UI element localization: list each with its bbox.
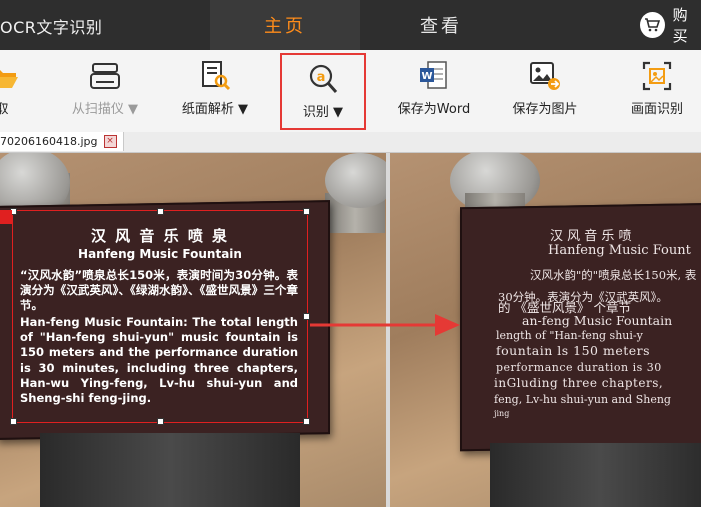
ocr-line-9: performance duration is 30 [496,361,662,374]
file-tab-strip: 70206160418.jpg × [0,132,701,153]
resize-handle-bottom[interactable] [157,418,164,425]
save-as-image-label: 保存为图片 [512,102,578,117]
page-analysis-button[interactable]: 纸面解析 ▼ [172,50,258,132]
close-icon[interactable]: × [103,135,117,148]
shopping-cart-icon [640,12,665,38]
svg-text:W: W [421,71,432,82]
resize-handle-bottom-right[interactable] [303,418,310,425]
resize-handle-bottom-left[interactable] [10,418,17,425]
ocr-line-10: inGluding three chapters, [494,376,664,390]
file-tab-name: 70206160418.jpg [0,135,98,148]
resize-handle-top-right[interactable] [303,208,310,215]
recognize-button[interactable]: a 识别 ▼ [280,53,366,130]
svg-text:a: a [317,70,326,85]
ocr-line-7: length of "Han-feng shui-y [496,329,643,342]
from-scanner-label: 从扫描仪 ▼ [71,102,139,117]
tab-home[interactable]: 主页 [210,0,360,50]
ocr-line-11: feng, Lv-hu shui-yun and Sheng [494,393,671,406]
open-file-button[interactable]: 取 [0,50,18,132]
page-analysis-label: 纸面解析 ▼ [181,102,249,117]
sign-pedestal [40,433,300,507]
save-as-word-label: 保存为Word [397,102,471,117]
tab-view-label: 查看 [420,16,462,37]
folder-open-icon [0,70,18,88]
region-marker-icon [0,210,12,224]
screen-recognize-button[interactable]: 画面识别 [622,50,692,132]
scanner-icon [90,63,120,89]
ocr-line-6: an-feng Music Fountain [522,313,673,328]
from-scanner-button[interactable]: 从扫描仪 ▼ [62,50,148,132]
ribbon-toolbar: 取 从扫描仪 ▼ 纸面解析 ▼ a 识别 ▼ W 保存为Word 保存为图片 画… [0,50,701,133]
resize-handle-top[interactable] [157,208,164,215]
word-document-icon: W [420,61,447,89]
ocr-line-3: 汉风水韵"的"喷泉总长150米, 表 [530,268,697,282]
recognition-region-selection[interactable] [10,208,310,425]
recognize-a-icon: a [309,64,338,93]
save-image-icon [530,62,560,90]
document-search-icon [202,61,231,91]
file-tab[interactable]: 70206160418.jpg × [0,132,124,151]
arrow-right-icon [310,314,460,336]
result-sign-pedestal [490,443,701,507]
buy-button[interactable]: 购买 [640,6,701,45]
save-as-image-button[interactable]: 保存为图片 [505,50,585,132]
recognize-label: 识别 ▼ [302,105,344,120]
ocr-line-8: fountain ls 150 meters [496,343,651,358]
tab-view[interactable]: 查看 [366,0,516,50]
ocr-line-1: 汉 风 音 乐 喷 [550,229,632,244]
ocr-line-12: jing [494,409,510,418]
buy-label: 购买 [672,6,688,45]
tab-home-label: 主页 [264,16,306,37]
open-file-label: 取 [0,102,9,117]
photo-stone-ball-right [325,153,386,208]
ocr-line-2: Hanfeng Music Fount [548,243,691,258]
screen-recognize-label: 画面识别 [630,102,683,117]
screen-capture-icon [642,61,672,91]
app-title: OCR文字识别 [0,18,103,37]
title-bar: OCR文字识别 主页 查看 购买 [0,0,701,50]
save-as-word-button[interactable]: W 保存为Word [390,50,478,132]
